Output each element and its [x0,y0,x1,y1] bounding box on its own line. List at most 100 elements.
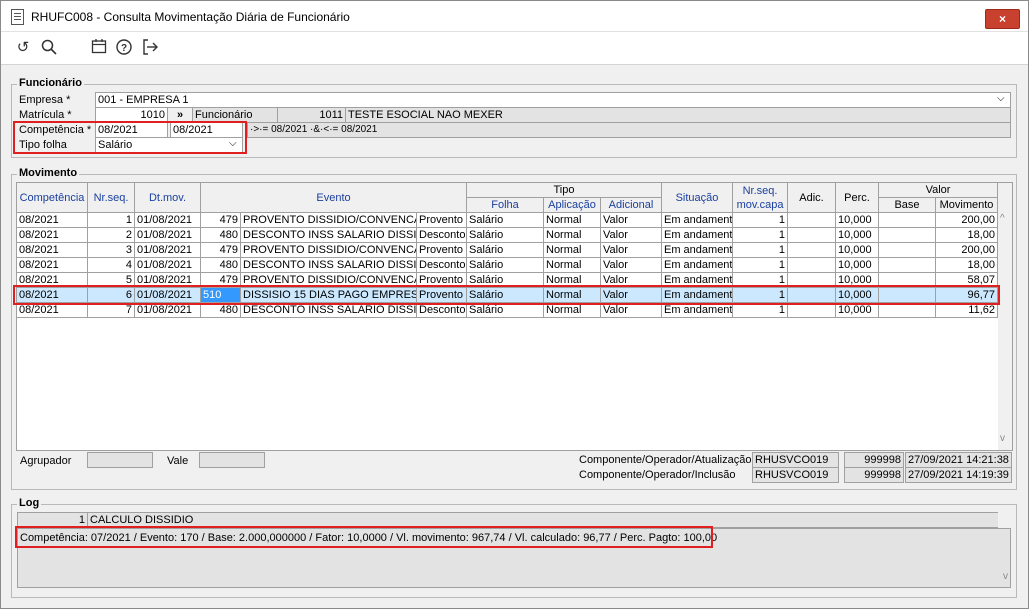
cell-perc[interactable]: 10,000 [836,303,879,318]
cell-situacao[interactable]: Em andament [662,303,733,318]
col-dtmov[interactable]: Dt.mov. [135,183,201,213]
cell-evcode[interactable]: 480 [201,258,241,273]
cell-perc[interactable]: 10,000 [836,243,879,258]
cell-base[interactable] [879,258,936,273]
cell-adic[interactable] [788,228,836,243]
cell-nrseq[interactable]: 1 [88,213,135,228]
cell-situacao[interactable]: Em andament [662,213,733,228]
cell-adicional[interactable]: Valor [601,258,662,273]
col-evento[interactable]: Evento [201,183,467,213]
chevron-down-icon[interactable]: ⌵ [997,93,1005,104]
cell-movimento[interactable]: 18,00 [936,258,998,273]
cell-base[interactable] [879,213,936,228]
cell-base[interactable] [879,243,936,258]
cell-capa[interactable]: 1 [733,303,788,318]
cell-nrseq[interactable]: 7 [88,303,135,318]
cell-nrseq[interactable]: 4 [88,258,135,273]
col-adicional[interactable]: Adicional [601,198,662,213]
col-movimento[interactable]: Movimento [936,198,998,213]
cell-evdesc[interactable]: PROVENTO DISSIDIO/CONVENCAO [241,213,417,228]
cell-dtmov[interactable]: 01/08/2021 [135,228,201,243]
log-list-scrollbar[interactable] [998,512,1011,528]
cell-adicional[interactable]: Valor [601,243,662,258]
cell-movimento[interactable]: 18,00 [936,228,998,243]
cell-folha[interactable]: Salário [467,258,544,273]
col-situacao[interactable]: Situação [662,183,733,213]
cell-base[interactable] [879,303,936,318]
close-button[interactable]: × [985,9,1020,29]
cell-dtmov[interactable]: 01/08/2021 [135,243,201,258]
cell-adicional[interactable]: Valor [601,303,662,318]
calendar-icon[interactable] [89,38,109,58]
col-aplicacao[interactable]: Aplicação [544,198,601,213]
table-row[interactable]: 08/2021 4 01/08/2021 480 DESCONTO INSS SALAR… [17,258,998,273]
cell-capa[interactable]: 1 [733,243,788,258]
cell-competencia[interactable]: 08/2021 [17,228,88,243]
cell-competencia[interactable]: 08/2021 [17,243,88,258]
cell-base[interactable] [879,228,936,243]
cell-evtipo[interactable]: Provento [417,213,467,228]
cell-adic[interactable] [788,213,836,228]
cell-movimento[interactable]: 11,62 [936,303,998,318]
cell-aplicacao[interactable]: Normal [544,258,601,273]
cell-adic[interactable] [788,243,836,258]
cell-situacao[interactable]: Em andament [662,228,733,243]
cell-evcode[interactable]: 479 [201,213,241,228]
cell-aplicacao[interactable]: Normal [544,228,601,243]
cell-folha[interactable]: Salário [467,228,544,243]
cell-situacao[interactable]: Em andament [662,243,733,258]
cell-movimento[interactable]: 200,00 [936,243,998,258]
cell-dtmov[interactable]: 01/08/2021 [135,303,201,318]
cell-competencia[interactable]: 08/2021 [17,213,88,228]
cell-folha[interactable]: Salário [467,303,544,318]
cell-folha[interactable]: Salário [467,213,544,228]
table-vertical-scrollbar[interactable]: ^ v [998,183,1012,450]
cell-nrseq[interactable]: 3 [88,243,135,258]
exit-icon[interactable] [140,38,160,58]
cell-movimento[interactable]: 200,00 [936,213,998,228]
cell-evtipo[interactable]: Desconto [417,303,467,318]
cell-perc[interactable]: 10,000 [836,258,879,273]
scroll-up-icon[interactable]: ^ [1000,213,1005,224]
col-competencia[interactable]: Competência [17,183,88,213]
scroll-down-icon[interactable]: v [1000,433,1005,444]
empresa-select[interactable]: 001 - EMPRESA 1 [95,92,1011,108]
table-row[interactable]: 08/2021 3 01/08/2021 479 PROVENTO DISSIDIO/C… [17,243,998,258]
cell-adicional[interactable]: Valor [601,228,662,243]
cell-evdesc[interactable]: DESCONTO INSS SALARIO DISSIDIO [241,303,417,318]
cell-evtipo[interactable]: Provento [417,243,467,258]
cell-evtipo[interactable]: Desconto [417,228,467,243]
col-nrseq[interactable]: Nr.seq. [88,183,135,213]
col-nrseq-capa[interactable]: Nr.seq. mov.capa [733,183,788,213]
cell-capa[interactable]: 1 [733,228,788,243]
cell-adic[interactable] [788,303,836,318]
cell-evtipo[interactable]: Desconto [417,258,467,273]
cell-competencia[interactable]: 08/2021 [17,303,88,318]
cell-evcode[interactable]: 479 [201,243,241,258]
col-perc[interactable]: Perc. [836,183,879,213]
cell-folha[interactable]: Salário [467,243,544,258]
table-row[interactable]: 08/2021 1 01/08/2021 479 PROVENTO DISSIDIO/C… [17,213,998,228]
cell-aplicacao[interactable]: Normal [544,303,601,318]
col-base[interactable]: Base [879,198,936,213]
col-adic[interactable]: Adic. [788,183,836,213]
search-icon[interactable] [39,38,59,58]
cell-perc[interactable]: 10,000 [836,228,879,243]
cell-evdesc[interactable]: DESCONTO INSS SALARIO DISSIDIO [241,258,417,273]
cell-capa[interactable]: 1 [733,213,788,228]
cell-dtmov[interactable]: 01/08/2021 [135,213,201,228]
cell-competencia[interactable]: 08/2021 [17,258,88,273]
table-row[interactable]: 08/2021 7 01/08/2021 480 DESCONTO INSS SALAR… [17,303,998,318]
col-folha[interactable]: Folha [467,198,544,213]
cell-evcode[interactable]: 480 [201,228,241,243]
cell-capa[interactable]: 1 [733,258,788,273]
cell-evdesc[interactable]: DESCONTO INSS SALARIO DISSIDIO [241,228,417,243]
help-icon[interactable]: ? [114,38,134,58]
cell-adicional[interactable]: Valor [601,213,662,228]
cell-aplicacao[interactable]: Normal [544,243,601,258]
table-row[interactable]: 08/2021 2 01/08/2021 480 DESCONTO INSS SALAR… [17,228,998,243]
cell-aplicacao[interactable]: Normal [544,213,601,228]
cell-situacao[interactable]: Em andament [662,258,733,273]
cell-nrseq[interactable]: 2 [88,228,135,243]
cell-adic[interactable] [788,258,836,273]
